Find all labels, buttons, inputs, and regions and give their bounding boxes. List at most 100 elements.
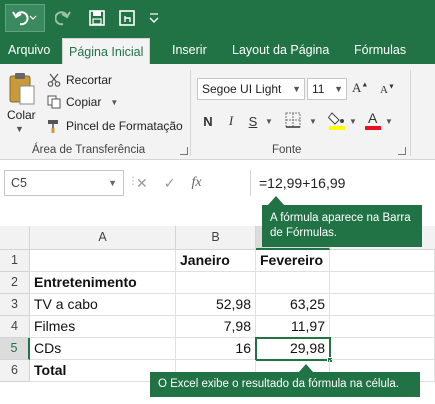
chevron-down-icon[interactable]: ▼ xyxy=(15,124,24,134)
clipboard-group-label: Área de Transferência xyxy=(32,144,146,156)
font-color-button[interactable]: A xyxy=(362,110,384,132)
cell-d2[interactable] xyxy=(330,272,435,294)
increase-font-icon: A▲ xyxy=(352,80,369,95)
cell-a2[interactable]: Entretenimento xyxy=(30,272,176,294)
callout-pointer xyxy=(268,196,284,205)
cell-result-callout: O Excel exibe o resultado da fórmula na … xyxy=(150,372,420,397)
cell-a5[interactable]: CDs xyxy=(30,338,176,360)
save-icon xyxy=(89,10,105,26)
cut-button[interactable]: Recortar xyxy=(46,70,112,90)
undo-button[interactable] xyxy=(5,4,45,32)
row-header-5[interactable]: 5 xyxy=(0,338,30,360)
enter-icon[interactable]: ✓ xyxy=(164,175,176,192)
copy-icon xyxy=(46,95,61,110)
touch-mode-button[interactable] xyxy=(116,4,138,32)
undo-icon xyxy=(12,9,38,27)
ribbon: Colar ▼ Recortar Copiar ▼ Pincel de Form… xyxy=(0,64,435,160)
insert-function-icon[interactable]: fx xyxy=(191,175,201,191)
cell-c1[interactable]: Fevereiro xyxy=(256,250,330,272)
italic-button[interactable]: I xyxy=(222,110,240,132)
cell-b1[interactable]: Janeiro xyxy=(176,250,256,272)
name-box[interactable]: C5 ▼ xyxy=(4,170,124,196)
chevron-down-icon[interactable]: ▼ xyxy=(264,110,274,132)
borders-icon xyxy=(285,112,301,131)
row-header-1[interactable]: 1 xyxy=(0,250,30,272)
decrease-font-size-button[interactable]: A▼ xyxy=(380,82,395,96)
font-name-select[interactable]: Segoe UI Light ▼ xyxy=(197,78,305,100)
tab-page-layout[interactable]: Layout da Página xyxy=(226,36,335,64)
cell-b5[interactable]: 16 xyxy=(176,338,256,360)
clipboard-dialog-launcher-icon[interactable] xyxy=(180,147,188,155)
tab-formulas[interactable]: Fórmulas xyxy=(348,36,412,64)
cancel-icon[interactable]: ✕ xyxy=(136,175,148,192)
cell-c2[interactable] xyxy=(256,272,330,294)
decrease-font-icon: A▼ xyxy=(380,82,395,96)
cell-b2[interactable] xyxy=(176,272,256,294)
chevron-down-icon: ▼ xyxy=(292,84,301,94)
bold-button[interactable]: N xyxy=(199,110,217,132)
fill-color-button[interactable] xyxy=(326,110,348,132)
row-header-4[interactable]: 4 xyxy=(0,316,30,338)
ribbon-tabs: Arquivo Página Inicial Inserir Layout da… xyxy=(0,36,435,64)
cell-a4[interactable]: Filmes xyxy=(30,316,176,338)
redo-button[interactable] xyxy=(52,4,82,32)
chevron-down-icon[interactable]: ▼ xyxy=(308,110,318,132)
paste-icon xyxy=(9,73,35,105)
scissors-icon xyxy=(46,73,61,88)
format-painter-label: Pincel de Formatação xyxy=(66,119,183,133)
cell-b3[interactable]: 52,98 xyxy=(176,294,256,316)
cell-d3[interactable] xyxy=(330,294,435,316)
tab-file[interactable]: Arquivo xyxy=(2,36,56,64)
font-group-label: Fonte xyxy=(272,144,302,156)
formula-bar-callout: A fórmula aparece na Barra de Fórmulas. xyxy=(262,205,422,247)
font-dialog-launcher-icon[interactable] xyxy=(398,147,406,155)
cell-c4[interactable]: 11,97 xyxy=(256,316,330,338)
name-box-value: C5 xyxy=(11,176,27,190)
column-header-b[interactable]: B xyxy=(176,226,256,250)
chevron-down-icon[interactable]: ▼ xyxy=(348,110,358,132)
format-painter-button[interactable]: Pincel de Formatação xyxy=(46,116,183,136)
formula-bar: C5 ▼ ⋮ ✕ ✓ fx =12,99+16,99 xyxy=(0,168,435,198)
row-header-3[interactable]: 3 xyxy=(0,294,30,316)
quick-access-toolbar xyxy=(0,0,435,36)
increase-font-size-button[interactable]: A▲ xyxy=(352,80,368,96)
cut-label: Recortar xyxy=(66,73,113,87)
save-button[interactable] xyxy=(86,4,108,32)
cell-d4[interactable] xyxy=(330,316,435,338)
formula-input[interactable]: =12,99+16,99 xyxy=(250,170,435,196)
underline-button[interactable]: S xyxy=(244,110,262,132)
group-divider xyxy=(190,70,191,156)
font-color-icon: A xyxy=(364,110,382,133)
select-all-corner[interactable] xyxy=(0,226,30,250)
customize-qat-icon xyxy=(149,12,159,24)
redo-icon xyxy=(55,9,79,27)
copy-button[interactable]: Copiar ▼ xyxy=(46,92,118,112)
cell-d5[interactable] xyxy=(331,338,435,360)
font-size-value: 11 xyxy=(312,82,325,96)
paste-label: Colar xyxy=(7,108,36,122)
chevron-down-icon[interactable]: ▼ xyxy=(110,98,118,107)
tab-home[interactable]: Página Inicial xyxy=(62,38,151,64)
customize-qat-button[interactable] xyxy=(146,4,162,32)
cell-c3[interactable]: 63,25 xyxy=(256,294,330,316)
svg-text:A: A xyxy=(368,110,378,126)
chevron-down-icon: ▼ xyxy=(334,84,343,94)
borders-button[interactable] xyxy=(280,110,306,132)
fill-color-icon xyxy=(327,110,346,133)
font-size-select[interactable]: 11 ▼ xyxy=(307,78,347,100)
font-name-value: Segoe UI Light xyxy=(202,82,282,96)
tab-insert[interactable]: Inserir xyxy=(166,36,213,64)
format-painter-icon xyxy=(46,119,61,134)
copy-label: Copiar xyxy=(66,95,102,109)
formula-bar-buttons: ✕ ✓ fx xyxy=(136,170,202,196)
group-divider xyxy=(410,70,411,156)
row-header-2[interactable]: 2 xyxy=(0,272,30,294)
row-header-6[interactable]: 6 xyxy=(0,360,30,382)
cell-d1[interactable] xyxy=(330,250,435,272)
chevron-down-icon[interactable]: ▼ xyxy=(384,110,394,132)
column-header-a[interactable]: A xyxy=(30,226,176,250)
cell-b4[interactable]: 7,98 xyxy=(176,316,256,338)
cell-a1[interactable] xyxy=(30,250,176,272)
cell-a3[interactable]: TV a cabo xyxy=(30,294,176,316)
cell-c5[interactable]: 29,98 xyxy=(255,337,331,361)
